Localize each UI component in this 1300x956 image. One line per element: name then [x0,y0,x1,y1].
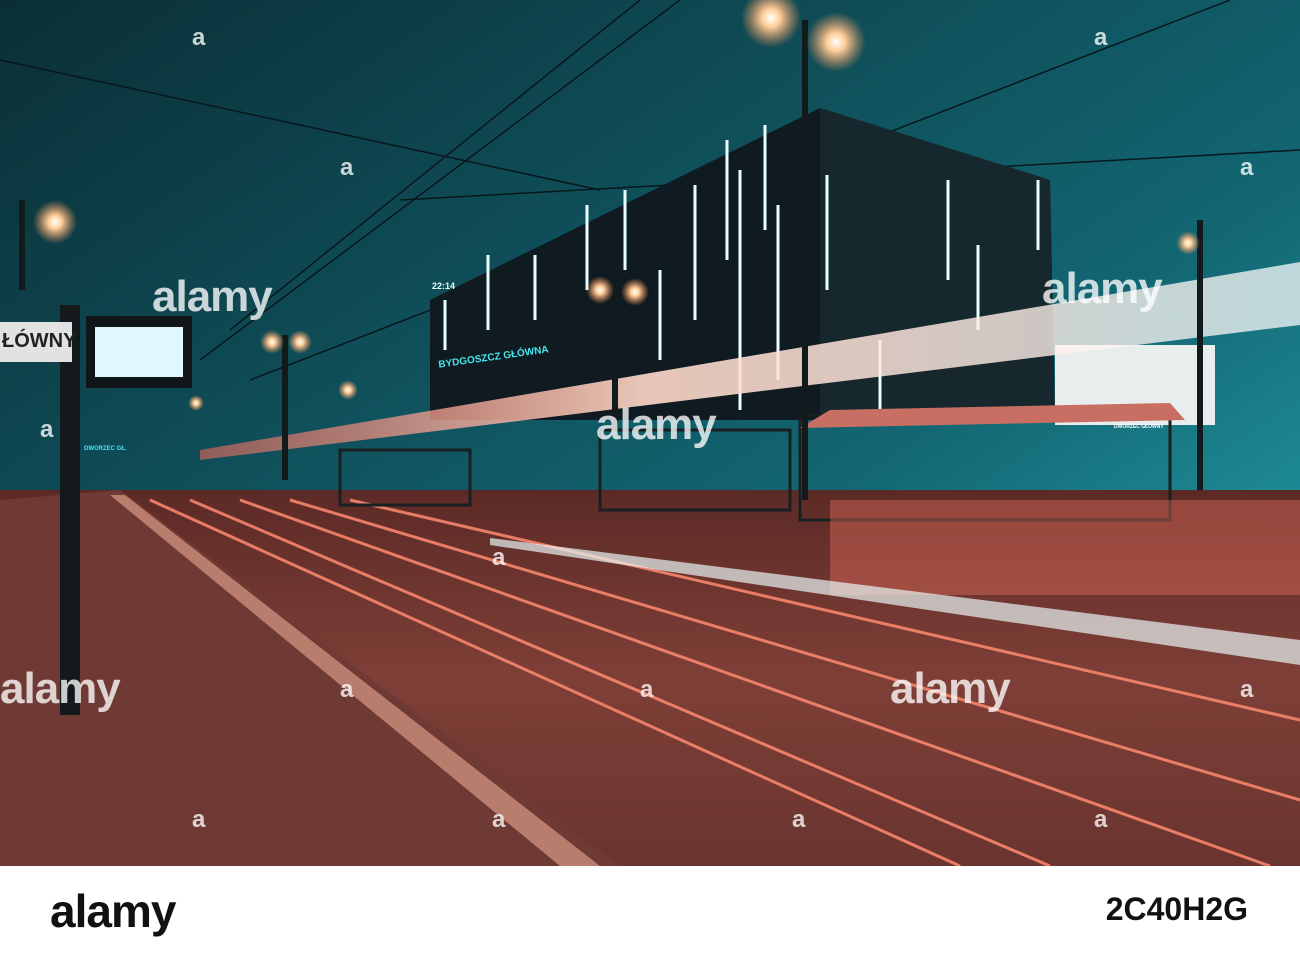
watermark-mark: a [1240,676,1254,703]
watermark-mark: a [1094,24,1108,51]
watermark-mark: a [192,24,206,51]
watermark-mark: a [340,676,354,703]
image-id: 2C40H2G [1105,891,1248,927]
watermark: alamy [1042,264,1163,313]
shelter-reflection [830,500,1300,595]
watermark-mark: a [1094,806,1108,833]
watermark-mark: a [40,416,54,443]
stock-photo: ŁÓWNY 22:14 BYDGOSZCZ GŁÓWNA DWORZEC GŁ.… [0,0,1300,956]
watermark-mark: a [192,806,206,833]
watermark: alamy [0,664,121,713]
watermark: alamy [152,272,273,321]
shelter-sign: DWORZEC GŁÓWNY [1114,424,1164,430]
alamy-logo: alamy [50,885,176,937]
watermark-mark: a [492,544,506,571]
watermark-mark: a [340,154,354,181]
watermark-mark: a [492,806,506,833]
watermark: alamy [596,400,717,449]
footer-bar: alamy 2C40H2G [0,866,1300,956]
watermark-mark: a [640,676,654,703]
watermark-mark: a [1240,154,1254,181]
departure-display-screen [95,327,183,377]
station-sign: DWORZEC GŁ. [84,446,127,452]
sign-pole [60,305,80,715]
watermark: alamy [890,664,1011,713]
night-tram-station-photo: ŁÓWNY 22:14 BYDGOSZCZ GŁÓWNA DWORZEC GŁ.… [0,0,1300,866]
building-clock: 22:14 [432,281,456,291]
stop-name-text: ŁÓWNY [2,330,77,352]
watermark-mark: a [792,806,806,833]
